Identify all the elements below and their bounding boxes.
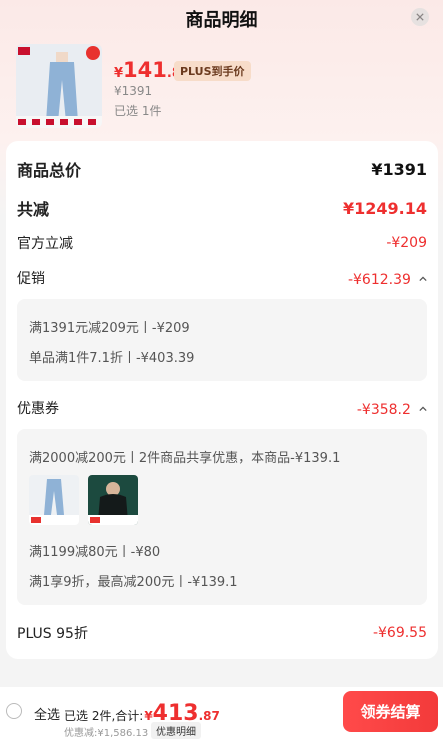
- color-strip: [88, 515, 138, 525]
- checkout-bar: 全选 已选 2件,合计: ¥ 413 .87 优惠减:¥1,586.13 优惠明…: [0, 687, 443, 747]
- header: 商品明细: [0, 0, 443, 36]
- select-all-label[interactable]: 全选: [34, 704, 60, 723]
- promotion-value: -¥612.39: [347, 271, 411, 288]
- official-discount-label: 官方立减: [17, 236, 73, 252]
- total-currency: ¥: [144, 709, 153, 723]
- coupon-value: -¥358.2: [356, 401, 411, 418]
- chevron-up-icon[interactable]: [419, 275, 427, 283]
- coupon-value-group: -¥358.2: [357, 399, 427, 418]
- original-price: ¥1391: [114, 84, 153, 98]
- plus-price-tag: PLUS到手价: [174, 61, 251, 81]
- official-discount-value: -¥209: [386, 235, 427, 251]
- product-thumbnail[interactable]: [29, 475, 79, 525]
- total-reduce-label: 共减: [17, 200, 50, 219]
- brand-logo: [18, 47, 30, 55]
- total-decimal: .87: [198, 709, 220, 723]
- total-price-value: ¥1391: [371, 159, 427, 179]
- close-icon: [416, 13, 424, 21]
- product-summary: ¥ 141 .86 PLUS到手价 ¥1391 已选 1件: [16, 44, 426, 130]
- discount-total: 优惠减:¥1,586.13: [64, 728, 149, 739]
- jeans-image: [46, 52, 78, 122]
- selected-count: 已选 1件: [114, 104, 162, 118]
- promotion-detail-line: 满1391元减209元丨-¥209: [29, 321, 190, 336]
- price-currency: ¥: [114, 66, 124, 81]
- select-all-radio[interactable]: [6, 703, 22, 719]
- chevron-up-icon[interactable]: [419, 405, 427, 413]
- coupon-row[interactable]: 优惠券 -¥358.2: [17, 398, 427, 418]
- plus-discount-row: PLUS 95折 -¥69.55: [17, 623, 427, 643]
- total-reduce-value: ¥1249.14: [342, 198, 427, 218]
- plus-discount-label: PLUS 95折: [17, 626, 88, 642]
- promotion-value-group: -¥612.39: [348, 269, 427, 288]
- coupon-detail-line: 满2000减200元丨2件商品共享优惠，本商品-¥139.1: [29, 451, 341, 466]
- checkout-button[interactable]: 领券结算: [343, 691, 438, 732]
- coupon-details: 满2000减200元丨2件商品共享优惠，本商品-¥139.1 满1199减80元…: [17, 429, 427, 605]
- price-detail-card: 商品总价 ¥1391 共减 ¥1249.14 官方立减 -¥209 促销 -¥6…: [6, 141, 438, 659]
- page-title: 商品明细: [185, 10, 258, 31]
- promotion-details: 满1391元减209元丨-¥209 单品满1件7.1折丨-¥403.39: [17, 299, 427, 381]
- total-price-label: 商品总价: [17, 161, 82, 180]
- close-button[interactable]: [411, 8, 429, 26]
- coupon-label: 优惠券: [17, 401, 59, 417]
- product-thumbnail[interactable]: [88, 475, 138, 525]
- color-strip: [16, 116, 102, 128]
- total-reduce-row: 共减 ¥1249.14: [17, 196, 427, 220]
- price-integer: 141: [123, 58, 167, 82]
- promo-badge: [86, 46, 100, 60]
- color-strip: [29, 515, 79, 525]
- discount-detail-button[interactable]: 优惠明细: [151, 722, 201, 739]
- selected-count-text: 已选 2件,合计:: [64, 709, 144, 723]
- promotion-label: 促销: [17, 271, 45, 287]
- promotion-row[interactable]: 促销 -¥612.39: [17, 268, 427, 288]
- promotion-detail-line: 单品满1件7.1折丨-¥403.39: [29, 351, 195, 366]
- product-image[interactable]: [16, 44, 102, 128]
- total-price-row: 商品总价 ¥1391: [17, 157, 427, 181]
- coupon-detail-line: 满1199减80元丨-¥80: [29, 545, 161, 560]
- coupon-detail-line: 满1享9折，最高减200元丨-¥139.1: [29, 575, 238, 590]
- plus-discount-value: -¥69.55: [372, 625, 427, 641]
- official-discount-row: 官方立减 -¥209: [17, 233, 427, 253]
